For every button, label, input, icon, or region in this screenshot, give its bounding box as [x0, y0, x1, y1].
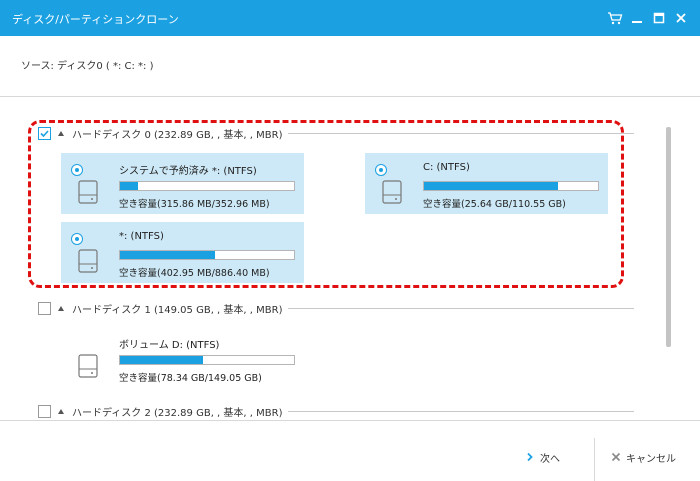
cart-icon[interactable] [606, 9, 624, 27]
disk-0-header: ハードディスク 0 (232.89 GB, , 基本, , MBR) [0, 126, 640, 143]
free-space-label: 空き容量(315.86 MB/352.96 MB) [119, 199, 270, 210]
partition-system-reserved[interactable]: システムで予約済み *: (NTFS) 空き容量(315.86 MB/352.9… [61, 153, 304, 214]
source-label: ソース: ディスク0 ( *: C: *: ) [21, 61, 154, 72]
expand-triangle-icon[interactable] [58, 409, 64, 414]
hard-drive-icon [382, 180, 402, 204]
title-bar: ディスク/パーティションクローン [0, 0, 700, 36]
partition-name: ボリューム D: (NTFS) [119, 340, 220, 351]
minimize-icon[interactable] [628, 9, 646, 27]
expand-triangle-icon[interactable] [58, 306, 64, 311]
disk-2-checkbox[interactable] [38, 405, 51, 418]
partition-name: システムで予約済み *: (NTFS) [119, 166, 257, 177]
usage-bar [119, 181, 295, 191]
partition-name: *: (NTFS) [119, 231, 164, 242]
free-space-label: 空き容量(402.95 MB/886.40 MB) [119, 268, 270, 279]
close-icon[interactable] [672, 9, 690, 27]
partition-d[interactable]: ボリューム D: (NTFS) 空き容量(78.34 GB/149.05 GB) [61, 327, 304, 388]
chevron-right-icon [525, 452, 535, 462]
hard-drive-icon [78, 180, 98, 204]
partition-name: C: (NTFS) [423, 162, 470, 173]
usage-bar [119, 250, 295, 260]
partition-radio[interactable] [71, 233, 83, 245]
usage-bar-fill [424, 182, 558, 190]
cancel-button-label: キャンセル [626, 454, 676, 465]
free-space-label: 空き容量(78.34 GB/149.05 GB) [119, 373, 262, 384]
usage-bar-fill [120, 251, 215, 259]
expand-triangle-icon[interactable] [58, 131, 64, 136]
window-title: ディスク/パーティションクローン [12, 13, 179, 26]
disk-1-label: ハードディスク 1 (149.05 GB, , 基本, , MBR) [72, 301, 289, 316]
partition-radio[interactable] [71, 164, 83, 176]
close-icon [611, 452, 621, 462]
free-space-label: 空き容量(25.64 GB/110.55 GB) [423, 199, 566, 210]
hard-drive-icon [78, 249, 98, 273]
maximize-icon[interactable] [650, 9, 668, 27]
disk-2-label: ハードディスク 2 (232.89 GB, , 基本, , MBR) [72, 404, 289, 419]
disk-1-header: ハードディスク 1 (149.05 GB, , 基本, , MBR) [0, 301, 640, 318]
usage-bar-fill [120, 356, 203, 364]
partition-radio[interactable] [375, 164, 387, 176]
disk-list: ハードディスク 0 (232.89 GB, , 基本, , MBR) システムで… [0, 96, 700, 421]
hard-drive-icon [78, 354, 98, 378]
usage-bar-fill [120, 182, 139, 190]
partition-c[interactable]: C: (NTFS) 空き容量(25.64 GB/110.55 GB) [365, 153, 608, 214]
usage-bar [119, 355, 295, 365]
next-button-label: 次へ [540, 454, 560, 465]
disk-0-label: ハードディスク 0 (232.89 GB, , 基本, , MBR) [72, 126, 289, 141]
disk-1-checkbox[interactable] [38, 302, 51, 315]
partition-star[interactable]: *: (NTFS) 空き容量(402.95 MB/886.40 MB) [61, 222, 304, 283]
disk-0-checkbox[interactable] [38, 127, 51, 140]
footer-divider [594, 438, 595, 481]
disk-2-header: ハードディスク 2 (232.89 GB, , 基本, , MBR) [0, 404, 640, 420]
vertical-scrollbar[interactable] [666, 127, 671, 347]
usage-bar [423, 181, 599, 191]
